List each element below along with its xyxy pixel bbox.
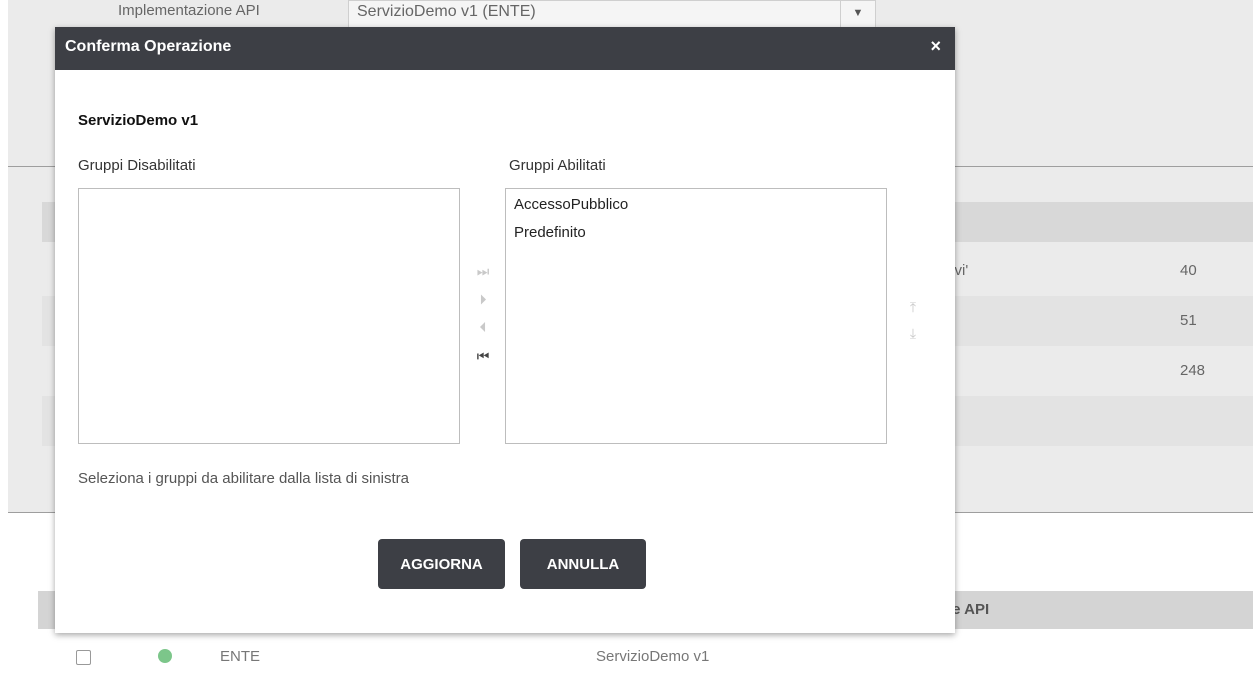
service-name: ServizioDemo v1 (78, 112, 199, 129)
move-top-icon[interactable]: ⤒ (903, 299, 923, 317)
move-bottom-icon[interactable]: ⤓ (903, 325, 923, 343)
implementation-select[interactable]: ServizioDemo v1 (ENTE) ▼ (348, 0, 876, 30)
move-right-icon[interactable]: ⏵ (473, 291, 493, 311)
implementation-label: Implementazione API (118, 2, 260, 19)
enabled-groups-label: Gruppi Abilitati (509, 157, 606, 174)
implementation-select-value: ServizioDemo v1 (ENTE) (357, 3, 536, 20)
list-item-accesso-pubblico[interactable]: AccessoPubblico (506, 189, 886, 217)
disabled-groups-label: Gruppi Disabilitati (78, 157, 196, 174)
move-left-icon[interactable]: ⏴ (473, 319, 493, 339)
list-item-predefinito[interactable]: Predefinito (506, 217, 886, 245)
chevron-down-icon[interactable]: ▼ (840, 1, 875, 29)
list-item-ente: ENTE (220, 648, 261, 665)
close-icon[interactable]: × (930, 36, 941, 57)
selection-hint: Seleziona i gruppi da abilitare dalla li… (78, 470, 410, 487)
list-item[interactable]: ENTE ServizioDemo v1 (38, 636, 1253, 682)
row-count: 51 (1180, 312, 1197, 329)
dialog-header: Conferma Operazione × (55, 27, 955, 70)
move-all-left-icon[interactable]: ⏮ (473, 348, 493, 368)
cancel-button[interactable]: ANNULLA (520, 539, 646, 589)
update-button[interactable]: AGGIORNA (378, 539, 505, 589)
row-count: 248 (1180, 362, 1206, 379)
move-all-right-icon[interactable]: ⏭ (473, 263, 493, 283)
list-item-service: ServizioDemo v1 (596, 648, 710, 665)
row-count: 40 (1180, 262, 1197, 279)
confirm-operation-dialog: Conferma Operazione × ServizioDemo v1 Gr… (55, 27, 955, 633)
enabled-groups-list[interactable]: AccessoPubblico Predefinito (505, 188, 887, 444)
disabled-groups-list[interactable] (78, 188, 460, 444)
row-checkbox[interactable] (76, 650, 91, 665)
dialog-title: Conferma Operazione (65, 38, 232, 55)
status-dot-icon (158, 649, 172, 663)
